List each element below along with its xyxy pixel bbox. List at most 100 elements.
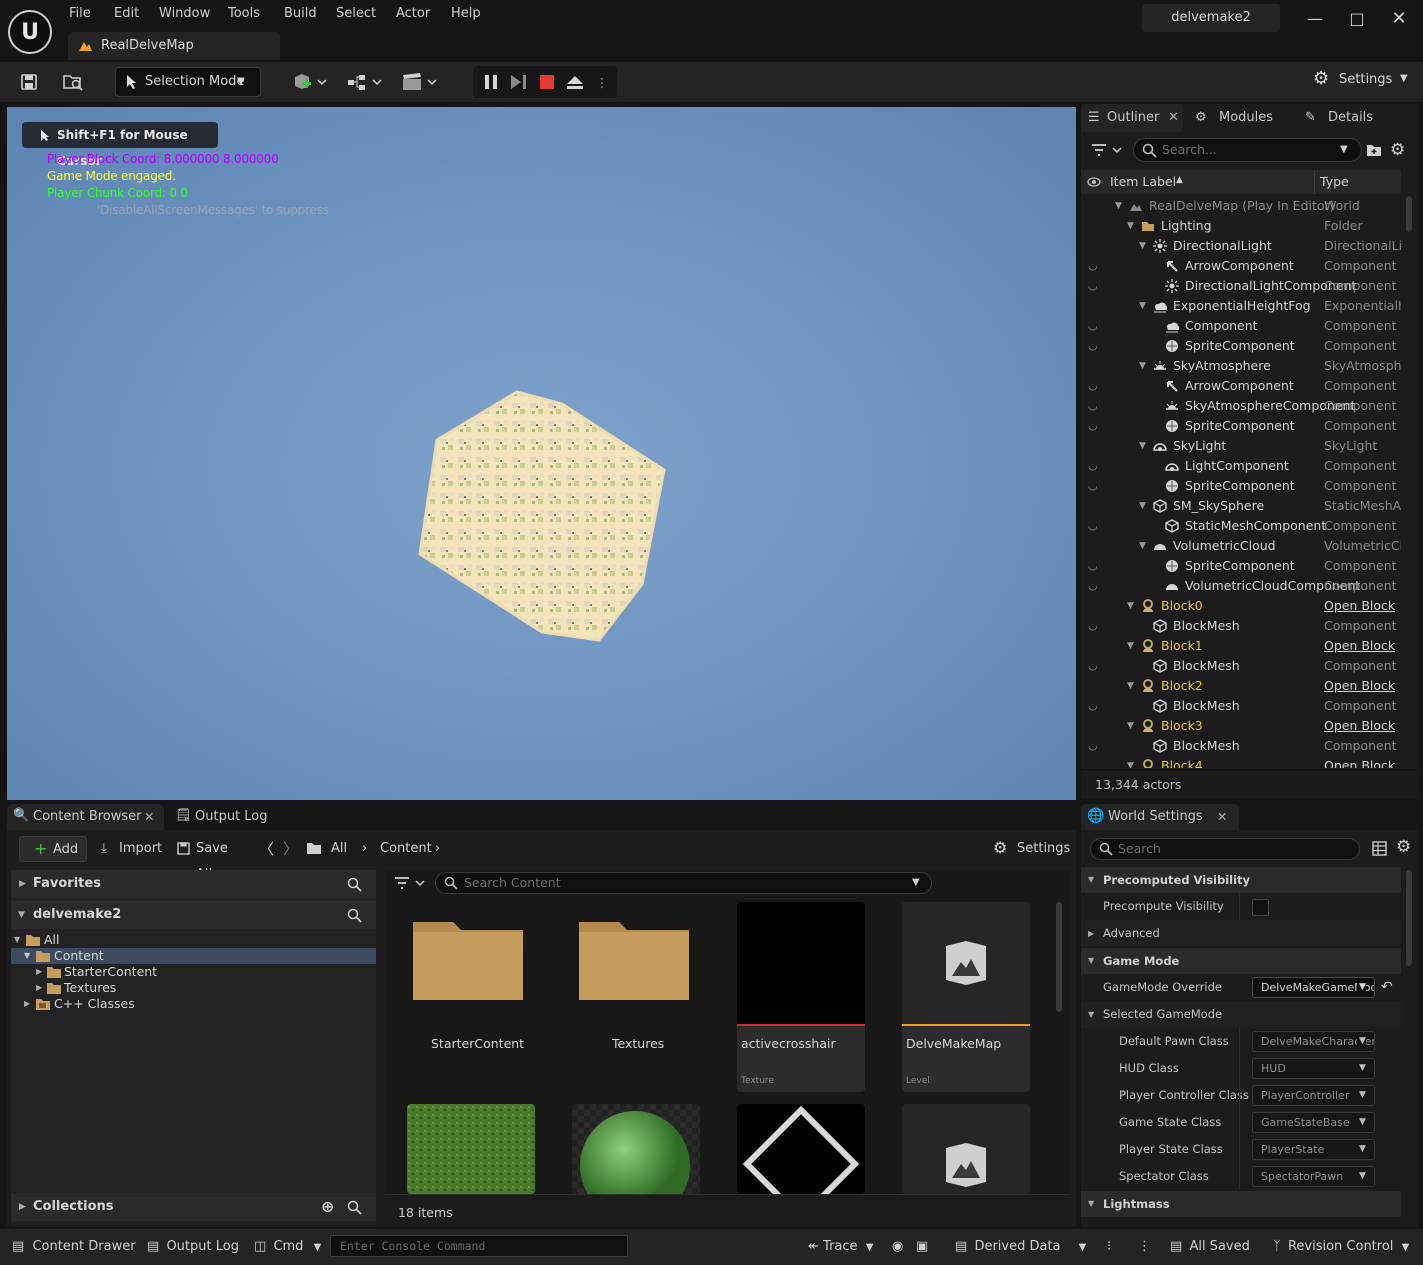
outliner-row[interactable]: ▼ SkyLight SkyLight — [1081, 436, 1401, 456]
visibility-eye-icon[interactable]: ◡ — [1088, 696, 1098, 716]
level-viewport[interactable]: Shift+F1 for Mouse Cursor Player Block C… — [7, 107, 1076, 800]
outliner-row[interactable]: ◡ SpriteComponent Component — [1081, 556, 1401, 576]
menu-select[interactable]: Select — [336, 6, 376, 21]
chevron-down-icon[interactable]: ▼ — [1127, 676, 1134, 696]
unreal-logo-icon[interactable]: U — [8, 10, 52, 54]
prop-dropdown[interactable]: GameStateBase ▼ — [1252, 1112, 1375, 1133]
prop-dropdown[interactable]: PlayerController ▼ — [1252, 1085, 1375, 1106]
visibility-eye-icon[interactable]: ◡ — [1088, 616, 1098, 636]
asset-tile-startercontent[interactable]: StarterContent — [407, 902, 535, 1092]
outliner-row[interactable]: ◡ SpriteComponent Component — [1081, 416, 1401, 436]
chevron-down-icon[interactable]: ▼ — [1139, 296, 1146, 316]
outliner-row[interactable]: ▼ VolumetricCloud VolumetricCloud — [1081, 536, 1401, 556]
menu-actor[interactable]: Actor — [396, 6, 430, 21]
chevron-down-icon[interactable]: ▼ — [1127, 756, 1134, 768]
add-actor-button[interactable] — [290, 68, 330, 96]
chevron-down-icon[interactable]: ▼ — [1127, 636, 1134, 656]
section-precomputed-visibility[interactable]: ▼ Precomputed Visibility — [1081, 867, 1401, 893]
close-tab-icon[interactable]: ✕ — [1217, 809, 1227, 824]
outliner-row[interactable]: ▼ Block1 Open Block — [1081, 636, 1401, 656]
gear-icon[interactable]: ⚙ — [1396, 837, 1411, 857]
outliner-item-type[interactable]: Open Block — [1324, 716, 1401, 736]
chevron-down-icon[interactable]: ▼ — [1139, 436, 1146, 456]
content-drawer-button[interactable]: ▤ Content Drawer — [12, 1238, 136, 1256]
add-collection-icon[interactable]: ⊕ — [321, 1193, 334, 1221]
menu-help[interactable]: Help — [451, 6, 481, 21]
outliner-row[interactable]: ◡ SkyAtmosphereComponent Component — [1081, 396, 1401, 416]
save-all-button[interactable]: Save All — [177, 836, 247, 882]
asset-tile-level[interactable] — [902, 1104, 1030, 1194]
outliner-row[interactable]: ◡ StaticMeshComponent Component — [1081, 516, 1401, 536]
asset-tile-activecrosshair[interactable]: activecrosshair Texture — [737, 902, 865, 1092]
console-command-input[interactable]: Enter Console Command — [330, 1235, 628, 1257]
tree-item-all[interactable]: ▼ All — [11, 932, 376, 948]
all-saved-status[interactable]: ▤ All Saved — [1170, 1238, 1250, 1256]
tab-output-log[interactable]: 🗒 Output Log — [175, 804, 275, 830]
menu-build[interactable]: Build — [284, 6, 317, 21]
visibility-eye-icon[interactable]: ◡ — [1088, 396, 1098, 416]
cmd-dropdown[interactable]: ◫ Cmd ▼ — [254, 1238, 321, 1257]
maximize-icon[interactable]: □ — [1342, 6, 1372, 32]
browse-content-icon[interactable] — [58, 68, 88, 96]
section-selected-gamemode[interactable]: ▼ Selected GameMode — [1081, 1001, 1401, 1028]
outliner-row[interactable]: ▼ Lighting Folder — [1081, 216, 1401, 236]
network-icon[interactable]: ⁝ — [1107, 1238, 1111, 1256]
selection-mode-dropdown[interactable]: Selection Mode ▼ — [115, 67, 261, 97]
outliner-row[interactable]: ◡ BlockMesh Component — [1081, 616, 1401, 636]
breadcrumb-all[interactable]: All — [331, 836, 347, 862]
outliner-row[interactable]: ▼ ExponentialHeightFog ExponentialHeightFo… — [1081, 296, 1401, 316]
revision-control-dropdown[interactable]: ᛉ Revision Control ▼ — [1273, 1238, 1409, 1257]
derived-data-dropdown[interactable]: ▤ Derived Data ▼ — [955, 1238, 1086, 1257]
save-icon[interactable] — [15, 68, 43, 96]
world-settings-scrollbar[interactable] — [1406, 870, 1412, 966]
step-forward-icon[interactable] — [507, 68, 531, 96]
import-button[interactable]: ⤓ Import — [101, 836, 163, 862]
outliner-row[interactable]: ▼ SM_SkySphere StaticMeshActor — [1081, 496, 1401, 516]
breadcrumb-content[interactable]: Content — [380, 836, 432, 862]
outliner-row[interactable]: ◡ BlockMesh Component — [1081, 736, 1401, 756]
content-settings-button[interactable]: ⚙ Settings — [993, 836, 1070, 862]
tab-world-settings[interactable]: 🌐 World Settings ✕ — [1081, 804, 1239, 830]
prop-dropdown[interactable]: SpectatorPawn ▼ — [1252, 1166, 1375, 1187]
visibility-eye-icon[interactable]: ◡ — [1088, 736, 1098, 756]
outliner-row[interactable]: ◡ SpriteComponent Component — [1081, 476, 1401, 496]
chevron-down-icon[interactable]: ▼ — [1139, 356, 1146, 376]
visibility-eye-icon[interactable]: ◡ — [1088, 556, 1098, 576]
filter-icon[interactable] — [394, 876, 428, 890]
world-settings-search-input[interactable]: Search — [1090, 838, 1360, 860]
search-icon[interactable] — [347, 877, 362, 892]
outliner-row[interactable]: ◡ ArrowComponent Component — [1081, 256, 1401, 276]
prop-dropdown[interactable]: DelveMakeCharacter ▼ — [1252, 1031, 1375, 1052]
cinematics-button[interactable] — [400, 68, 440, 96]
outliner-item-type[interactable]: Open Block — [1324, 676, 1401, 696]
content-search-input[interactable]: Search Content ▼ — [435, 872, 932, 894]
eject-icon[interactable] — [563, 68, 587, 96]
menu-tools[interactable]: Tools — [228, 6, 260, 21]
tree-item-content[interactable]: ▼ Content — [11, 948, 376, 964]
chevron-down-icon[interactable]: ▼ — [1139, 236, 1146, 256]
table-view-icon[interactable] — [1372, 841, 1387, 856]
chevron-down-icon[interactable]: ▼ — [1139, 536, 1146, 556]
outliner-row[interactable]: ◡ BlockMesh Component — [1081, 696, 1401, 716]
output-log-button[interactable]: ▤ Output Log — [147, 1238, 239, 1256]
visibility-eye-icon[interactable]: ◡ — [1088, 456, 1098, 476]
pause-icon[interactable] — [479, 68, 503, 96]
project-section[interactable]: ▼ delvemake2 — [11, 901, 376, 929]
more-options-icon[interactable]: ⋮ — [593, 68, 611, 96]
visibility-eye-icon[interactable]: ◡ — [1088, 656, 1098, 676]
prop-dropdown[interactable]: PlayerState ▼ — [1252, 1139, 1375, 1160]
add-button[interactable]: + Add — [19, 836, 87, 862]
chevron-down-icon[interactable]: ▼ — [1127, 596, 1134, 616]
back-icon[interactable]: 〈 — [259, 836, 277, 862]
outliner-row[interactable]: ▼ Block4 Open Block — [1081, 756, 1401, 768]
outliner-item-type[interactable]: Open Block — [1324, 596, 1401, 616]
gamemode-override-dropdown[interactable]: DelveMakeGameMode ▼ — [1252, 977, 1375, 998]
visibility-eye-icon[interactable]: ◡ — [1088, 376, 1098, 396]
section-advanced[interactable]: ▶ Advanced — [1081, 920, 1401, 947]
visibility-eye-icon[interactable]: ◡ — [1088, 576, 1098, 596]
outliner-row[interactable]: ▼ Block3 Open Block — [1081, 716, 1401, 736]
asset-scrollbar[interactable] — [1056, 902, 1062, 1012]
visibility-eye-icon[interactable]: ◡ — [1088, 416, 1098, 436]
close-window-icon[interactable]: ✕ — [1384, 6, 1414, 32]
asset-tile-crosshair-texture[interactable] — [737, 1104, 865, 1194]
